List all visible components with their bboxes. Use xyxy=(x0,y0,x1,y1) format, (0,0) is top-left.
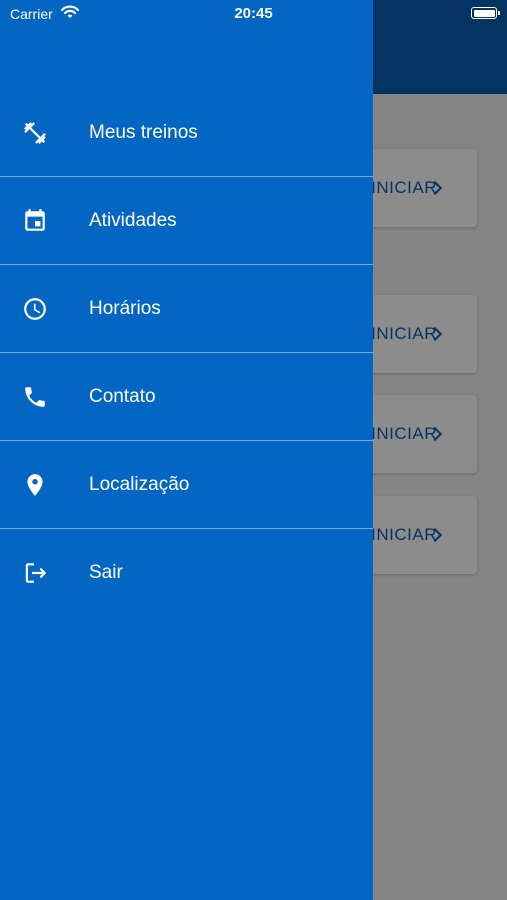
menu-item-label: Horários xyxy=(89,297,161,319)
dumbbell-icon xyxy=(22,120,48,146)
logout-icon xyxy=(22,560,48,586)
menu-item-horarios[interactable]: Horários xyxy=(0,265,373,353)
menu-item-atividades[interactable]: Atividades xyxy=(0,177,373,265)
clock-icon xyxy=(22,296,48,322)
battery-icon xyxy=(471,7,500,19)
menu-item-label: Sair xyxy=(89,561,123,583)
drawer-menu: Meus treinos Atividades Horários Contato… xyxy=(0,89,373,616)
navigation-drawer: Meus treinos Atividades Horários Contato… xyxy=(0,0,373,900)
calendar-icon xyxy=(22,208,48,234)
status-time: 20:45 xyxy=(234,5,273,22)
menu-item-sair[interactable]: Sair xyxy=(0,529,373,616)
status-bar: Carrier 20:45 xyxy=(0,0,507,28)
location-pin-icon xyxy=(22,472,48,498)
menu-item-localizacao[interactable]: Localização xyxy=(0,441,373,529)
menu-item-label: Contato xyxy=(89,385,156,407)
phone-icon xyxy=(22,384,48,410)
menu-item-label: Meus treinos xyxy=(89,121,198,143)
menu-item-contato[interactable]: Contato xyxy=(0,353,373,441)
menu-item-label: Atividades xyxy=(89,209,177,231)
menu-item-meus-treinos[interactable]: Meus treinos xyxy=(0,89,373,177)
menu-item-label: Localização xyxy=(89,473,190,495)
